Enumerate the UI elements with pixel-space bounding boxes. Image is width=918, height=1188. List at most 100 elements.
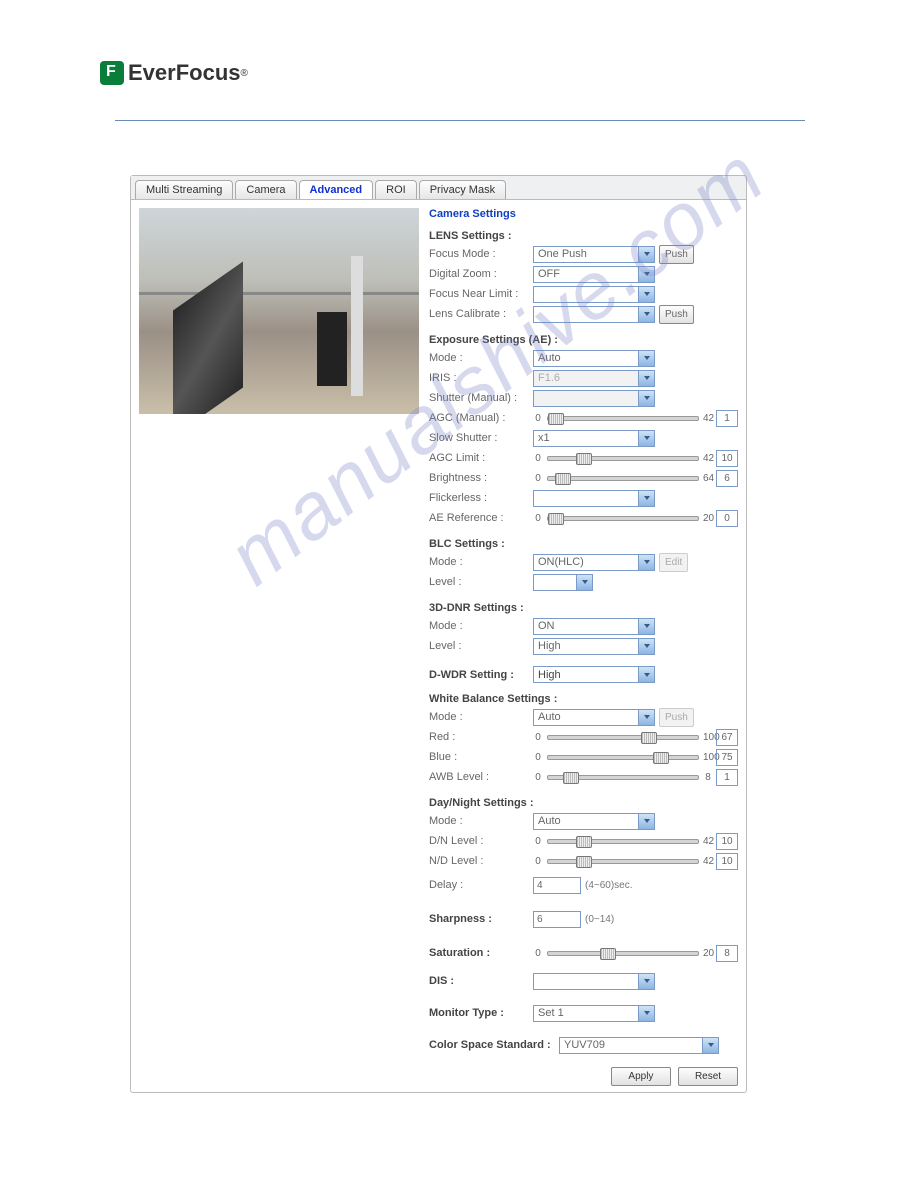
awb-value[interactable]: 1 [716, 769, 738, 786]
trademark-symbol: ® [241, 68, 248, 79]
tab-roi[interactable]: ROI [375, 180, 417, 199]
focus-mode-select[interactable]: One Push [533, 246, 655, 263]
saturation-value[interactable]: 8 [716, 945, 738, 962]
awb-slider[interactable] [547, 775, 699, 780]
agc-limit-value[interactable]: 10 [716, 450, 738, 467]
chevron-down-icon [638, 371, 654, 386]
chevron-down-icon [638, 639, 654, 654]
ae-reference-label: AE Reference : [429, 512, 533, 524]
tab-privacy-mask[interactable]: Privacy Mask [419, 180, 506, 199]
dnr-level-select[interactable]: High [533, 638, 655, 655]
logo-icon [100, 61, 124, 85]
dwdr-select[interactable]: High [533, 666, 655, 683]
focus-push-button[interactable]: Push [659, 245, 694, 264]
agc-limit-slider[interactable] [547, 456, 699, 461]
chevron-down-icon [638, 814, 654, 829]
blc-level-label: Level : [429, 576, 533, 588]
logo-text: EverFocus [128, 60, 241, 86]
dn-level-value[interactable]: 10 [716, 833, 738, 850]
sharpness-label: Sharpness : [429, 913, 533, 925]
blue-label: Blue : [429, 751, 533, 763]
chevron-down-icon [638, 1006, 654, 1021]
flickerless-select[interactable] [533, 490, 655, 507]
ae-mode-select[interactable]: Auto [533, 350, 655, 367]
blc-level-select[interactable] [533, 574, 593, 591]
color-space-select[interactable]: YUV709 [559, 1037, 719, 1054]
chevron-down-icon [638, 667, 654, 682]
wb-mode-label: Mode : [429, 711, 533, 723]
camera-settings: Camera Settings LENS Settings : Focus Mo… [419, 208, 738, 1055]
agc-manual-value[interactable]: 1 [716, 410, 738, 427]
blc-mode-select[interactable]: ON(HLC) [533, 554, 655, 571]
wb-section: White Balance Settings : [429, 693, 738, 705]
chevron-down-icon [638, 307, 654, 322]
lens-section: LENS Settings : [429, 230, 738, 242]
saturation-slider[interactable] [547, 951, 699, 956]
red-slider[interactable] [547, 735, 699, 740]
shutter-select [533, 390, 655, 407]
chevron-down-icon [638, 491, 654, 506]
lens-calibrate-button[interactable]: Push [659, 305, 694, 324]
slow-shutter-select[interactable]: x1 [533, 430, 655, 447]
sharpness-input[interactable]: 6 [533, 911, 581, 928]
agc-manual-label: AGC (Manual) : [429, 412, 533, 424]
tab-bar: Multi Streaming Camera Advanced ROI Priv… [131, 176, 746, 200]
chevron-down-icon [638, 351, 654, 366]
nd-level-slider[interactable] [547, 859, 699, 864]
blue-value[interactable]: 75 [716, 749, 738, 766]
camera-settings-title: Camera Settings [429, 208, 738, 220]
color-space-label: Color Space Standard : [429, 1039, 559, 1051]
ae-reference-slider[interactable] [547, 516, 699, 521]
dn-level-slider[interactable] [547, 839, 699, 844]
dwdr-section: D-WDR Setting : High [429, 666, 738, 683]
monitor-type-select[interactable]: Set 1 [533, 1005, 655, 1022]
apply-button[interactable]: Apply [611, 1067, 671, 1086]
chevron-down-icon [638, 710, 654, 725]
header-divider [115, 120, 805, 121]
blc-mode-label: Mode : [429, 556, 533, 568]
brightness-label: Brightness : [429, 472, 533, 484]
digital-zoom-label: Digital Zoom : [429, 268, 533, 280]
chevron-down-icon [638, 619, 654, 634]
focus-near-limit-select[interactable] [533, 286, 655, 303]
tab-multi-streaming[interactable]: Multi Streaming [135, 180, 233, 199]
digital-zoom-select[interactable]: OFF [533, 266, 655, 283]
reset-button[interactable]: Reset [678, 1067, 738, 1086]
agc-limit-label: AGC Limit : [429, 452, 533, 464]
dnr-mode-select[interactable]: ON [533, 618, 655, 635]
dnr-mode-label: Mode : [429, 620, 533, 632]
brightness-slider[interactable] [547, 476, 699, 481]
footer-buttons: Apply Reset [131, 1063, 746, 1092]
shutter-label: Shutter (Manual) : [429, 392, 533, 404]
chevron-down-icon [638, 555, 654, 570]
delay-hint: (4~60)sec. [585, 880, 633, 891]
focus-near-limit-label: Focus Near Limit : [429, 288, 533, 300]
nd-level-value[interactable]: 10 [716, 853, 738, 870]
lens-calibrate-select[interactable] [533, 306, 655, 323]
tab-camera[interactable]: Camera [235, 180, 296, 199]
ae-mode-label: Mode : [429, 352, 533, 364]
brightness-value[interactable]: 6 [716, 470, 738, 487]
dis-label: DIS : [429, 975, 533, 987]
wb-mode-select[interactable]: Auto [533, 709, 655, 726]
dn-section: Day/Night Settings : [429, 797, 738, 809]
sharpness-hint: (0~14) [585, 914, 614, 925]
chevron-down-icon [638, 974, 654, 989]
dn-mode-select[interactable]: Auto [533, 813, 655, 830]
flickerless-label: Flickerless : [429, 492, 533, 504]
wb-push-button: Push [659, 708, 694, 727]
monitor-type-label: Monitor Type : [429, 1007, 533, 1019]
blc-edit-button: Edit [659, 553, 688, 572]
lens-calibrate-label: Lens Calibrate : [429, 308, 533, 320]
ae-reference-value[interactable]: 0 [716, 510, 738, 527]
red-value[interactable]: 67 [716, 729, 738, 746]
agc-manual-slider[interactable] [547, 416, 699, 421]
brand-logo: EverFocus® [100, 60, 248, 86]
dn-level-label: D/N Level : [429, 835, 533, 847]
exposure-section: Exposure Settings (AE) : [429, 334, 738, 346]
dnr-section: 3D-DNR Settings : [429, 602, 738, 614]
blue-slider[interactable] [547, 755, 699, 760]
dis-select[interactable] [533, 973, 655, 990]
delay-input[interactable]: 4 [533, 877, 581, 894]
tab-advanced[interactable]: Advanced [299, 180, 374, 199]
